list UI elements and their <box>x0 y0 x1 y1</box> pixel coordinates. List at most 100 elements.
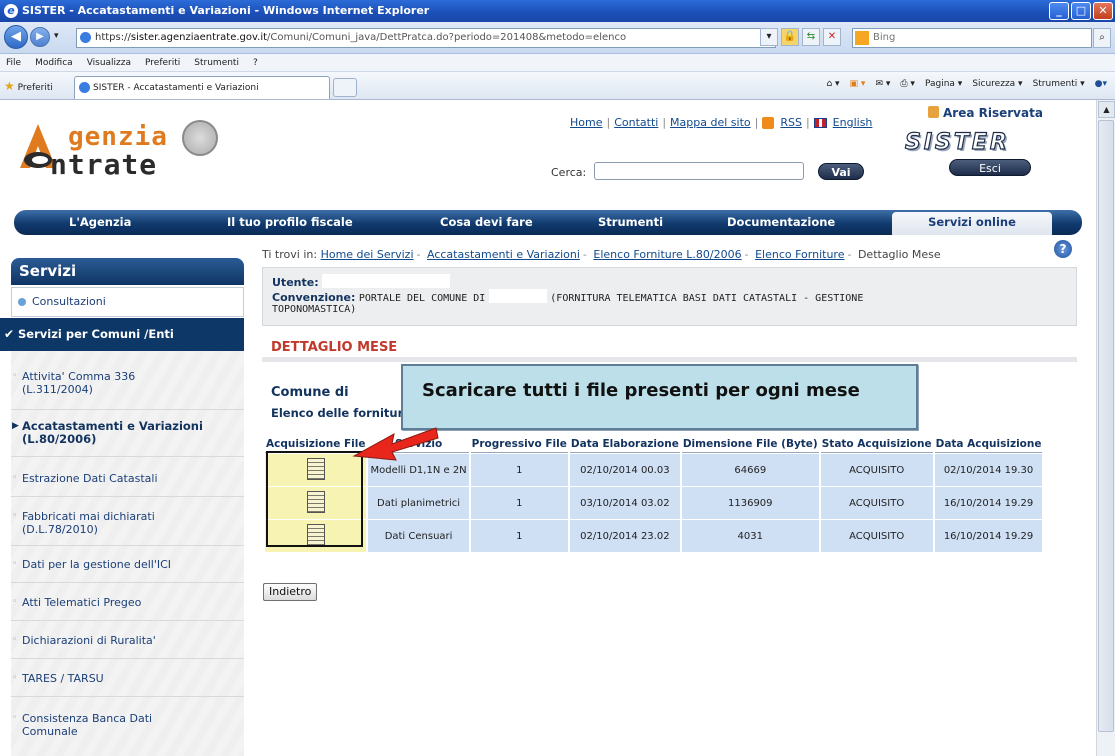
file-download-icon[interactable] <box>306 457 325 480</box>
nav-agenzia[interactable]: L'Agenzia <box>69 215 131 229</box>
help-icon[interactable]: ? <box>1054 240 1072 258</box>
menu-modifica[interactable]: Modifica <box>35 54 73 71</box>
file-download-icon[interactable] <box>306 490 325 513</box>
home-icon[interactable]: ⌂ ▾ <box>826 79 839 89</box>
nav-documentazione[interactable]: Documentazione <box>727 215 835 229</box>
nav-profilo-fiscale[interactable]: Il tuo profilo fiscale <box>227 215 353 229</box>
file-download-cell[interactable] <box>265 487 367 519</box>
cell-data-elaborazione: 03/10/2014 03.02 <box>569 487 680 519</box>
lock-icon[interactable]: 🔒 <box>781 28 799 46</box>
file-download-icon[interactable] <box>306 523 325 546</box>
col-servizio: Servizio <box>368 436 469 453</box>
sidebar-item-ruralita[interactable]: ◦ Dichiarazioni di Ruralita' <box>12 634 156 647</box>
sidebar-item-estrazione-dati[interactable]: ◦ Estrazione Dati Catastali <box>12 472 158 485</box>
menu-visualizza[interactable]: Visualizza <box>87 54 131 71</box>
file-download-cell[interactable] <box>265 520 367 552</box>
breadcrumb-current: Dettaglio Mese <box>857 248 941 261</box>
breadcrumb-accatastamenti[interactable]: Accatastamenti e Variazioni <box>427 248 580 261</box>
browser-tab[interactable]: SISTER - Accatastamenti e Variazioni <box>74 76 330 99</box>
print-icon[interactable]: ⎙ ▾ <box>900 79 915 89</box>
link-mappa[interactable]: Mappa del sito <box>670 116 751 129</box>
nav-cosa-devi-fare[interactable]: Cosa devi fare <box>440 215 533 229</box>
cell-stato: ACQUISITO <box>820 520 933 552</box>
window-title: SISTER - Accatastamenti e Variazioni - W… <box>22 4 430 17</box>
tab-title: SISTER - Accatastamenti e Variazioni <box>93 83 259 93</box>
maximize-button[interactable]: □ <box>1071 2 1091 20</box>
search-engine-name: Bing <box>873 32 896 43</box>
menu-strumenti[interactable]: Strumenti <box>194 54 239 71</box>
new-tab-button[interactable] <box>333 78 357 97</box>
esci-button[interactable]: Esci <box>949 159 1031 176</box>
col-dimensione: Dimensione File (Byte) <box>681 436 819 453</box>
sidebar-item-tares[interactable]: ◦ TARES / TARSU <box>12 672 104 685</box>
menu-file[interactable]: File <box>6 54 21 71</box>
indietro-button[interactable]: Indietro <box>263 583 318 601</box>
link-english[interactable]: English <box>833 116 873 129</box>
breadcrumb-home-servizi[interactable]: Home dei Servizi <box>321 248 414 261</box>
nav-strumenti[interactable]: Strumenti <box>598 215 663 229</box>
favorites-label: Preferiti <box>17 83 53 93</box>
scroll-up-icon[interactable]: ▲ <box>1098 101 1115 118</box>
back-arrow-icon[interactable]: ◀ <box>4 25 28 49</box>
cmd-strumenti[interactable]: Strumenti ▾ <box>1033 79 1085 89</box>
nav-servizi-online[interactable]: Servizi online <box>892 212 1052 235</box>
col-progressivo: Progressivo File <box>470 436 568 453</box>
minimize-button[interactable]: _ <box>1049 2 1069 20</box>
history-dropdown-icon[interactable]: ▾ <box>54 31 59 41</box>
search-engine-input[interactable]: Bing <box>852 28 1092 48</box>
convenzione-value: PORTALE DEL COMUNE DI <box>358 293 486 304</box>
breadcrumb-elenco-forniture[interactable]: Elenco Forniture <box>755 248 844 261</box>
cell-data-acquisizione: 16/10/2014 19.29 <box>934 487 1043 519</box>
search-go-icon[interactable]: ⌕ <box>1093 28 1111 48</box>
close-button[interactable]: ✕ <box>1093 2 1113 20</box>
stop-icon[interactable]: ✕ <box>823 28 841 46</box>
menu-preferiti[interactable]: Preferiti <box>145 54 180 71</box>
favorites-button[interactable]: ★ Preferiti <box>4 79 53 93</box>
agenzia-entrate-logo[interactable]: genzia ntrate <box>14 110 244 181</box>
check-icon: ✔ <box>4 327 15 341</box>
sidebar-item-servizi-comuni[interactable]: ✔ Servizi per Comuni /Enti <box>0 318 244 351</box>
cmd-pagina[interactable]: Pagina ▾ <box>925 79 962 89</box>
cmd-sicurezza[interactable]: Sicurezza ▾ <box>972 79 1022 89</box>
breadcrumb-prefix: Ti trovi in: <box>262 248 318 261</box>
top-links: Home | Contatti | Mappa del sito | RSS | Eng… <box>570 116 873 129</box>
comune-label: Comune di <box>271 385 349 400</box>
sidebar-item-attivita-comma[interactable]: ◦ Attivita' Comma 336 (L.311/2004) <box>12 370 135 396</box>
col-data-acquisizione: Data Acquisizione <box>934 436 1043 453</box>
vertical-scrollbar[interactable]: ▲ <box>1096 100 1115 756</box>
mail-icon[interactable]: ✉ ▾ <box>875 79 890 89</box>
col-acquisizione-file: Acquisizione File <box>265 436 367 453</box>
feeds-icon[interactable]: ▣ ▾ <box>850 79 866 89</box>
table-row: Dati planimetrici 1 03/10/2014 03.02 113… <box>265 487 1043 519</box>
forward-arrow-icon[interactable]: ▶ <box>30 27 50 47</box>
sidebar-item-fabbricati[interactable]: ◦ Fabbricati mai dichiarati (D.L.78/2010) <box>12 510 155 536</box>
address-bar: ◀ ▶ ▾ https://sister.agenziaentrate.gov.… <box>0 22 1115 54</box>
convenzione-desc-cont: TOPONOMASTICA) <box>272 304 357 315</box>
sidebar-title: Servizi <box>11 258 244 285</box>
link-contatti[interactable]: Contatti <box>614 116 658 129</box>
file-download-cell[interactable] <box>265 454 367 486</box>
col-data-elaborazione: Data Elaborazione <box>569 436 680 453</box>
link-rss[interactable]: RSS <box>780 116 802 129</box>
sidebar-item-pregeo[interactable]: ◦ Atti Telematici Pregeo <box>12 596 141 609</box>
help-circle-icon[interactable]: ●▾ <box>1095 79 1107 89</box>
url-dropdown-icon[interactable]: ▾ <box>760 28 778 46</box>
scroll-thumb[interactable] <box>1098 120 1114 732</box>
title-divider <box>262 357 1077 362</box>
search-label: Cerca: <box>551 166 587 179</box>
cell-progressivo: 1 <box>470 487 568 519</box>
sidebar-item-consultazioni[interactable]: Consultazioni <box>11 287 244 317</box>
site-search-input[interactable] <box>594 162 804 180</box>
breadcrumb-elenco-forniture-l80[interactable]: Elenco Forniture L.80/2006 <box>593 248 741 261</box>
menu-help[interactable]: ? <box>253 54 258 71</box>
sidebar-item-consistenza[interactable]: ◦ Consistenza Banca Dati Comunale <box>12 712 152 738</box>
sidebar-item-dati-ici[interactable]: ◦ Dati per la gestione dell'ICI <box>12 558 171 571</box>
link-home[interactable]: Home <box>570 116 602 129</box>
area-riservata[interactable]: Area Riservata <box>928 106 1043 120</box>
comune-redacted <box>488 289 547 303</box>
vai-button[interactable]: Vai <box>818 163 864 180</box>
refresh-icon[interactable]: ⇆ <box>802 28 820 46</box>
utente-value-redacted <box>322 274 451 288</box>
url-input[interactable]: https://sister.agenziaentrate.gov.it/Com… <box>76 28 776 48</box>
sidebar-item-accatastamenti[interactable]: ▶ Accatastamenti e Variazioni (L.80/2006) <box>12 420 203 446</box>
